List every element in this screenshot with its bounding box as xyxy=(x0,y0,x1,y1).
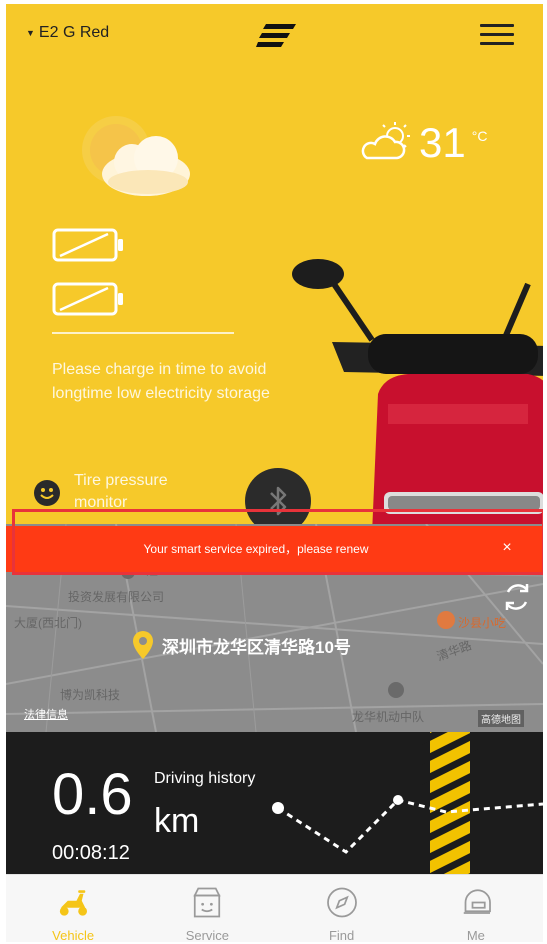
tire-pressure-monitor[interactable]: Tire pressure monitor xyxy=(34,470,204,514)
helmet-icon xyxy=(463,889,491,914)
trip-duration: 00:08:12 xyxy=(52,842,130,864)
service-shop-icon xyxy=(193,887,222,918)
tab-vehicle[interactable]: Vehicle xyxy=(6,875,140,942)
refresh-icon[interactable] xyxy=(500,580,534,614)
map-label: 沙县小吃 xyxy=(458,616,507,630)
scooter-icon xyxy=(60,890,88,916)
vehicle-location[interactable]: 深圳市龙华区清华路10号 xyxy=(132,630,351,660)
map-label: 投资发展有限公司 xyxy=(68,590,165,604)
compass-icon xyxy=(326,887,357,918)
bottom-tab-bar: Vehicle Service Find Me xyxy=(6,874,543,942)
battery-empty-icon xyxy=(52,282,123,316)
app-screen: ▼ E2 G Red 31 °C Please charge in time t… xyxy=(6,4,543,942)
location-pin-icon xyxy=(133,631,153,659)
address-text: 深圳市龙华区清华路10号 xyxy=(162,637,351,657)
map-label: 大厦(西北门) xyxy=(14,616,82,630)
temperature-unit: °C xyxy=(471,128,488,144)
tab-find-label: Find xyxy=(328,928,355,942)
partly-cloudy-icon xyxy=(361,122,410,160)
map-label: 龙华机动中队 xyxy=(352,710,425,724)
sun-cloud-illustration xyxy=(82,116,190,196)
divider xyxy=(52,332,234,334)
map-attribution: 高德地图 xyxy=(478,710,524,727)
tab-service-label: Service xyxy=(185,928,230,942)
caret-down-icon: ▼ xyxy=(26,28,35,38)
trip-distance-unit: km xyxy=(154,802,200,840)
map-label: 博为凯科技 xyxy=(60,688,121,702)
menu-icon[interactable] xyxy=(480,18,514,52)
tab-me-label: Me xyxy=(466,928,485,942)
battery-empty-icon xyxy=(52,228,123,262)
driving-history-card[interactable]: 0.6 km Driving history 00:08:12 xyxy=(6,732,543,874)
smile-icon xyxy=(34,480,60,506)
weather-widget: 31 °C xyxy=(361,122,487,164)
vehicle-name-label: E2 G Red xyxy=(38,24,110,41)
trip-distance: 0.6 xyxy=(52,762,133,827)
brand-logo xyxy=(256,24,296,47)
top-bar: ▼ E2 G Red xyxy=(6,4,543,66)
tire-pressure-label: Tire pressure monitor xyxy=(74,472,168,511)
tab-vehicle-label: Vehicle xyxy=(52,928,95,942)
temperature-value: 31 xyxy=(419,119,466,166)
vehicle-selector[interactable]: ▼ E2 G Red xyxy=(26,24,109,42)
scooter-image xyxy=(292,259,543,534)
tab-find[interactable]: Find xyxy=(275,875,409,942)
legal-info-link[interactable]: 法律信息 xyxy=(24,706,68,722)
tab-service[interactable]: Service xyxy=(140,875,274,942)
tab-me[interactable]: Me xyxy=(409,875,543,942)
charge-reminder-text: Please charge in time to avoid longtime … xyxy=(52,361,270,402)
highlight-box xyxy=(12,509,543,575)
driving-history-label: Driving history xyxy=(154,770,256,787)
